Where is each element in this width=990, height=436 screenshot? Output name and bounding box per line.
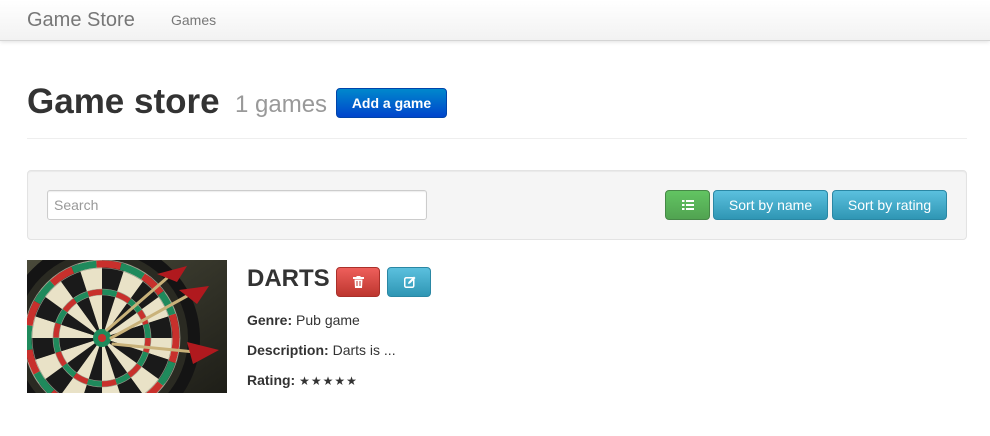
search-input[interactable] <box>47 190 427 220</box>
description-value: Darts is ... <box>332 342 396 358</box>
game-rating: Rating: ★★★★★ <box>247 370 358 391</box>
game-image <box>27 260 227 393</box>
toolbar: Sort by name Sort by rating <box>27 170 967 240</box>
sort-by-rating-button[interactable]: Sort by rating <box>832 190 947 220</box>
sort-by-name-button[interactable]: Sort by name <box>713 190 828 220</box>
trash-icon <box>353 276 364 288</box>
dartboard-image <box>27 260 227 393</box>
page-title: Game store <box>27 82 220 121</box>
brand-link[interactable]: Game Store <box>27 9 135 32</box>
description-label: Description: <box>247 342 329 358</box>
edit-game-button[interactable] <box>387 267 431 297</box>
game-genre: Genre: Pub game <box>247 310 360 330</box>
games-count: 1 games <box>235 91 328 118</box>
genre-value: Pub game <box>296 312 360 328</box>
rating-stars: ★★★★★ <box>299 374 358 388</box>
edit-icon <box>404 276 416 288</box>
game-name[interactable]: DARTS <box>247 264 330 294</box>
rating-label: Rating: <box>247 372 296 388</box>
list-icon <box>682 200 694 210</box>
navbar: Game Store Games <box>0 0 990 41</box>
nav-link-games[interactable]: Games <box>171 12 216 28</box>
genre-label: Genre: <box>247 312 293 328</box>
add-game-button[interactable]: Add a game <box>336 88 447 118</box>
list-view-button[interactable] <box>665 190 710 220</box>
game-description: Description: Darts is ... <box>247 340 396 360</box>
page-header: Game store 1 games Add a game <box>27 80 967 139</box>
delete-game-button[interactable] <box>336 267 380 297</box>
